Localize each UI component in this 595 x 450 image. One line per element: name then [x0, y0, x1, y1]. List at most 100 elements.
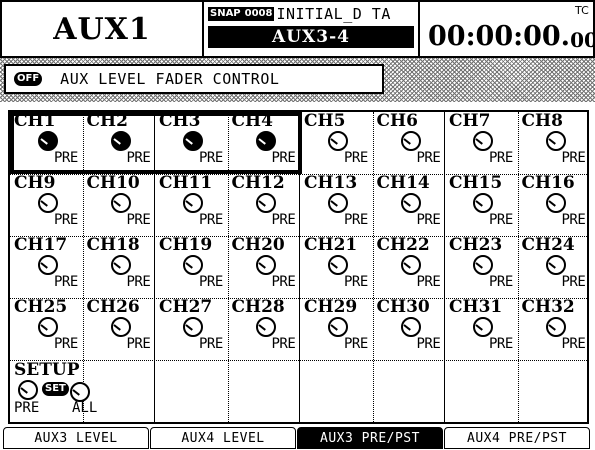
pre-post-label: PRE — [416, 212, 441, 228]
channel-cell[interactable]: CH13 PRE — [300, 174, 372, 236]
function-tab[interactable]: AUX4 LEVEL — [150, 427, 296, 449]
setup-pre-knob[interactable] — [18, 380, 38, 400]
aux-send-knob[interactable] — [110, 255, 131, 275]
channel-cell[interactable]: CH18 PRE — [83, 236, 155, 298]
pre-post-label: PRE — [561, 150, 586, 166]
scene-number: 0008 — [242, 7, 275, 21]
function-tab[interactable]: AUX3 PRE/PST — [297, 427, 443, 449]
fader-control-label: AUX LEVEL FADER CONTROL — [60, 70, 280, 88]
channel-cell[interactable]: CH11 PRE — [155, 174, 227, 236]
channel-cell[interactable]: CH9 PRE — [10, 174, 82, 236]
channel-label: CH11 — [159, 173, 213, 193]
channel-label: CH8 — [521, 111, 563, 131]
channel-label: CH5 — [304, 111, 346, 131]
pre-post-label: PRE — [126, 336, 151, 352]
aux-send-knob[interactable] — [473, 317, 493, 337]
channel-label: CH7 — [449, 111, 491, 131]
channel-cell[interactable]: CH6 PRE — [373, 112, 445, 174]
pre-post-label: PRE — [199, 336, 223, 352]
channel-cell[interactable]: CH24 PRE — [518, 236, 590, 298]
aux-send-knob[interactable] — [545, 131, 566, 151]
channel-cell[interactable]: CH26 PRE — [83, 298, 155, 360]
channel-label: CH6 — [376, 111, 418, 131]
channel-cell[interactable]: CH27 PRE — [155, 298, 227, 360]
pre-post-label: PRE — [344, 274, 368, 290]
channel-cell[interactable]: CH28 PRE — [228, 298, 300, 360]
aux-send-knob[interactable] — [400, 193, 421, 213]
channel-cell[interactable]: CH8 PRE — [518, 112, 590, 174]
channel-cell[interactable]: CH17 PRE — [10, 236, 82, 298]
channel-cell[interactable]: CH19 PRE — [155, 236, 227, 298]
channel-label: CH30 — [376, 297, 430, 317]
page-title: AUX1 — [53, 11, 151, 47]
aux-send-knob[interactable] — [400, 131, 421, 151]
aux-send-knob[interactable] — [38, 255, 58, 275]
aux-send-knob[interactable] — [110, 317, 131, 337]
aux-send-knob[interactable] — [400, 255, 421, 275]
aux-send-knob[interactable] — [38, 193, 58, 213]
aux-send-knob[interactable] — [255, 255, 276, 275]
aux-send-knob[interactable] — [183, 193, 203, 213]
channel-cell[interactable]: CH14 PRE — [373, 174, 445, 236]
aux-send-knob[interactable] — [183, 255, 203, 275]
aux-send-knob[interactable] — [328, 317, 348, 337]
scene-name: INITIAL_D TA — [276, 5, 391, 23]
channel-cell[interactable]: CH21 PRE — [300, 236, 372, 298]
function-tab[interactable]: AUX3 LEVEL — [3, 427, 149, 449]
channel-cell[interactable]: CH15 PRE — [445, 174, 517, 236]
aux-send-knob[interactable] — [473, 255, 493, 275]
set-button[interactable]: SET — [42, 382, 69, 396]
aux-send-knob[interactable] — [328, 255, 348, 275]
channel-label: CH28 — [231, 297, 285, 317]
channel-label: CH14 — [376, 173, 430, 193]
aux-send-knob[interactable] — [400, 317, 421, 337]
aux-send-knob[interactable] — [328, 131, 348, 151]
selected-channel-group — [10, 112, 302, 174]
channel-label: CH16 — [521, 173, 575, 193]
pre-post-label: PRE — [561, 336, 586, 352]
pre-post-label: PRE — [489, 336, 513, 352]
snap-badge: SNAP — [208, 7, 243, 21]
channel-cell[interactable]: CH10 PRE — [83, 174, 155, 236]
channel-cell[interactable]: CH22 PRE — [373, 236, 445, 298]
channel-cell[interactable]: CH30 PRE — [373, 298, 445, 360]
fader-control-box[interactable]: OFF AUX LEVEL FADER CONTROL — [4, 64, 384, 94]
channel-cell[interactable]: CH25 PRE — [10, 298, 82, 360]
channel-cell[interactable]: CH20 PRE — [228, 236, 300, 298]
aux-send-knob[interactable] — [328, 193, 348, 213]
off-toggle-badge[interactable]: OFF — [14, 72, 43, 86]
pre-post-label: PRE — [416, 274, 441, 290]
channel-cell[interactable]: CH32 PRE — [518, 298, 590, 360]
channel-cell[interactable]: CH7 PRE — [445, 112, 517, 174]
pre-post-label: PRE — [344, 336, 368, 352]
pre-post-label: PRE — [54, 212, 78, 228]
aux-send-knob[interactable] — [38, 317, 58, 337]
channel-label: CH24 — [521, 235, 575, 255]
aux-send-knob[interactable] — [545, 255, 566, 275]
pre-post-label: PRE — [344, 212, 368, 228]
pre-post-label: PRE — [54, 274, 78, 290]
channel-cell[interactable]: CH16 PRE — [518, 174, 590, 236]
aux-send-knob[interactable] — [545, 193, 566, 213]
aux-send-knob[interactable] — [473, 193, 493, 213]
aux-send-knob[interactable] — [183, 317, 203, 337]
header-bar: AUX1 SNAP 0008 INITIAL_D TA AUX3-4 TC 00… — [0, 0, 595, 58]
aux-send-knob[interactable] — [110, 193, 131, 213]
function-tab[interactable]: AUX4 PRE/PST — [444, 427, 590, 449]
timecode-main: 00:00:00. — [428, 21, 571, 52]
channel-label: CH15 — [449, 173, 503, 193]
pre-post-label: PRE — [199, 212, 223, 228]
channel-cell[interactable]: CH12 PRE — [228, 174, 300, 236]
pre-post-label: PRE — [416, 336, 441, 352]
aux-send-knob[interactable] — [473, 131, 493, 151]
channel-label: CH23 — [449, 235, 503, 255]
channel-cell[interactable]: CH31 PRE — [445, 298, 517, 360]
pre-post-label: PRE — [489, 212, 513, 228]
channel-cell[interactable]: CH29 PRE — [300, 298, 372, 360]
channel-cell[interactable]: CH23 PRE — [445, 236, 517, 298]
all-knob[interactable] — [70, 382, 90, 402]
aux-send-knob[interactable] — [255, 317, 276, 337]
aux-send-knob[interactable] — [255, 193, 276, 213]
channel-cell[interactable]: CH5 PRE — [300, 112, 372, 174]
aux-send-knob[interactable] — [545, 317, 566, 337]
